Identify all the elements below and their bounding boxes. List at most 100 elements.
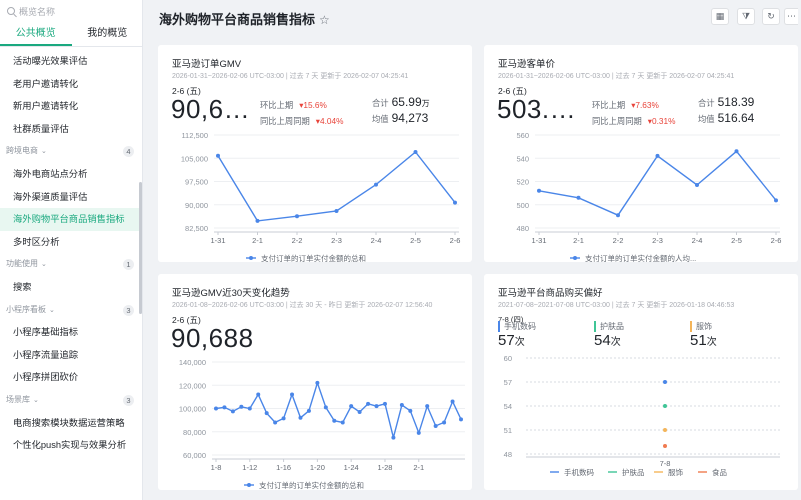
sidebar-item[interactable]: 新用户邀请转化 — [0, 95, 142, 118]
data-point[interactable] — [357, 409, 362, 414]
data-point[interactable] — [374, 404, 379, 409]
data-point[interactable] — [340, 420, 345, 425]
data-point[interactable] — [247, 406, 252, 411]
data-point[interactable] — [295, 214, 299, 219]
data-point[interactable] — [425, 404, 430, 409]
y-tick-label: 520 — [516, 178, 529, 187]
y-tick-label: 480 — [516, 224, 529, 233]
data-point[interactable] — [334, 208, 339, 213]
data-point[interactable] — [332, 418, 337, 423]
sidebar-group[interactable]: 场景库 ⌄ 3 — [0, 389, 142, 412]
data-point[interactable] — [290, 392, 295, 397]
sidebar-group[interactable]: 跨境电商 ⌄ 4 — [0, 140, 142, 163]
data-point[interactable] — [255, 218, 260, 223]
legend-label: 支付订单的订单实付金额的总和 — [261, 253, 366, 262]
data-point[interactable] — [214, 406, 218, 411]
data-point[interactable] — [306, 408, 311, 413]
data-point[interactable] — [576, 195, 581, 200]
sidebar-group[interactable]: 功能使用 ⌄ 1 — [0, 253, 142, 276]
data-point[interactable] — [366, 401, 371, 406]
data-point[interactable] — [399, 403, 404, 408]
y-tick-label: 560 — [516, 131, 529, 140]
legend-swatch-dot — [249, 256, 253, 260]
legend-label: 服饰 — [668, 467, 683, 477]
data-point[interactable] — [616, 213, 620, 218]
data-point[interactable] — [663, 404, 667, 408]
sidebar-item[interactable]: 小程序流量追踪 — [0, 344, 142, 367]
data-point[interactable] — [774, 198, 778, 203]
data-point[interactable] — [408, 408, 413, 413]
sidebar-group-count: 1 — [123, 259, 134, 271]
data-point[interactable] — [264, 411, 269, 416]
sidebar-item[interactable]: 小程序拼团砍价 — [0, 366, 142, 389]
data-point[interactable] — [256, 392, 261, 397]
data-point[interactable] — [663, 428, 667, 432]
tab-public-overview[interactable]: 公共概览 — [0, 24, 72, 46]
calendar-icon[interactable]: ▦ — [711, 8, 729, 25]
legend-label: 护肤品 — [622, 467, 645, 477]
sidebar-item[interactable]: 海外购物平台商品销售指标 — [0, 208, 142, 231]
sidebar-item[interactable]: 小程序基础指标 — [0, 321, 142, 344]
sidebar-item[interactable]: 海外渠道质量评估 — [0, 186, 142, 209]
sidebar-item[interactable]: 海外电商站点分析 — [0, 163, 142, 186]
y-tick-label: 48 — [504, 450, 512, 459]
data-point[interactable] — [222, 405, 227, 410]
data-point[interactable] — [433, 423, 438, 428]
legend-label: 支付订单的订单实付金额的人均... — [585, 253, 696, 262]
data-point[interactable] — [315, 380, 320, 385]
data-point[interactable] — [216, 153, 220, 158]
card-order-gmv: 亚马逊订单GMV 2026-01-31~2026-02-06 UTC-03:00… — [158, 45, 472, 262]
data-point[interactable] — [453, 200, 457, 205]
sidebar-group[interactable]: 小程序看板 ⌄ 3 — [0, 299, 142, 322]
sidebar-item[interactable]: 个性化push实现与效果分析 — [0, 434, 142, 457]
data-point[interactable] — [416, 430, 421, 435]
data-point[interactable] — [734, 149, 739, 154]
page-title-text: 海外购物平台商品销售指标 — [159, 12, 316, 27]
x-tick-label: 1-28 — [377, 463, 392, 472]
y-tick-label: 112,500 — [181, 131, 208, 140]
sidebar-scrollbar[interactable] — [139, 182, 142, 314]
data-point[interactable] — [663, 444, 667, 448]
sidebar-group-label: 跨境电商 — [6, 146, 38, 156]
data-point[interactable] — [391, 435, 396, 440]
data-point[interactable] — [663, 380, 667, 384]
data-point[interactable] — [413, 150, 418, 155]
data-point[interactable] — [382, 401, 387, 406]
data-point[interactable] — [273, 420, 278, 425]
tab-my-overview[interactable]: 我的概览 — [72, 24, 143, 46]
data-point[interactable] — [450, 399, 455, 404]
legend-swatch-dot — [573, 256, 577, 260]
sidebar-item[interactable]: 多时区分析 — [0, 231, 142, 254]
data-point[interactable] — [323, 405, 328, 410]
data-point[interactable] — [442, 420, 447, 425]
sidebar-item[interactable]: 活动曝光效果评估 — [0, 50, 142, 73]
more-icon[interactable]: ⋯ — [784, 8, 798, 25]
x-tick-label: 1-31 — [531, 236, 546, 245]
data-point[interactable] — [695, 182, 699, 187]
data-point[interactable] — [655, 153, 660, 158]
data-point[interactable] — [537, 188, 541, 193]
data-point[interactable] — [239, 404, 244, 409]
data-point[interactable] — [298, 415, 303, 420]
main-area: 海外购物平台商品销售指标 ☆ ▦ ⧩ ↻ ⋯ 亚马逊订单GMV 2026-01-3… — [143, 0, 801, 500]
overview-tabs: 公共概览 我的概览 — [0, 24, 143, 47]
sidebar-item[interactable]: 搜索 — [0, 276, 142, 299]
aov-line-chart: 480 500 520 540 560 1-31 2-1 2-2 2-3 2-4 2-5 2-6 支付订… — [516, 131, 781, 262]
page-title: 海外购物平台商品销售指标 ☆ — [159, 9, 330, 28]
refresh-icon[interactable]: ↻ — [762, 8, 780, 25]
favorite-star-icon[interactable]: ☆ — [319, 13, 330, 27]
filter-icon[interactable]: ⧩ — [737, 8, 755, 25]
data-point[interactable] — [281, 416, 286, 421]
data-point[interactable] — [374, 182, 378, 187]
x-tick-label: 2-4 — [692, 236, 703, 245]
data-point[interactable] — [349, 404, 354, 409]
data-point[interactable] — [230, 409, 235, 414]
sidebar-item[interactable]: 老用户邀请转化 — [0, 73, 142, 96]
data-point[interactable] — [459, 417, 463, 422]
sidebar: 概览名称 公共概览 我的概览 活动曝光效果评估 老用户邀请转化 新用户邀请转化 社群质… — [0, 0, 143, 500]
x-tick-label: 7-8 — [660, 459, 671, 468]
sidebar-item[interactable]: 社群质量评估 — [0, 118, 142, 141]
chevron-down-icon: ⌄ — [41, 261, 47, 269]
search-input[interactable]: 概览名称 — [5, 3, 136, 19]
sidebar-item[interactable]: 电商搜索模块数据运营策略 — [0, 412, 142, 435]
